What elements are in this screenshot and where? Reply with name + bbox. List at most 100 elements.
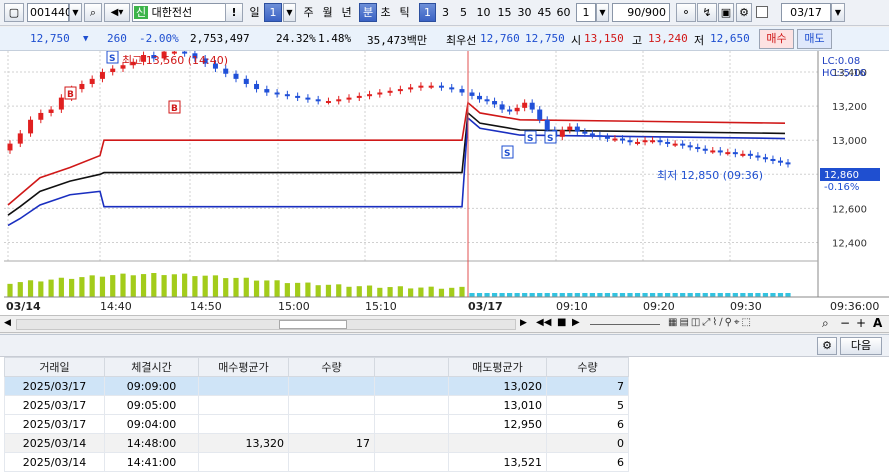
- buy-button[interactable]: 매수: [759, 29, 794, 49]
- volume-bar: [634, 293, 641, 297]
- date-checkbox[interactable]: [756, 6, 768, 18]
- trade-marker-label: S: [504, 149, 510, 159]
- volume-bar: [99, 276, 106, 297]
- candle-body: [514, 107, 520, 112]
- trade-marker-label: S: [109, 54, 115, 64]
- search-icon[interactable]: ⌕: [84, 3, 102, 22]
- minute-option-3[interactable]: 3: [438, 3, 453, 22]
- sell-button[interactable]: 매도: [797, 29, 832, 49]
- date-input[interactable]: 03/17: [781, 3, 831, 22]
- chart-canvas[interactable]: 13,40013,20013,00012,80012,60012,400 03/…: [0, 51, 889, 315]
- tab-month[interactable]: 월: [320, 3, 335, 22]
- candle-body: [732, 152, 738, 155]
- table-row[interactable]: 2025/03/14 14:41:00 13,521 6: [4, 452, 629, 472]
- scroll-thumb[interactable]: [279, 320, 347, 329]
- tab-day[interactable]: 일: [247, 3, 262, 22]
- candle-settings-icon[interactable]: ⚬: [676, 3, 696, 22]
- font-size-button[interactable]: A: [873, 316, 882, 330]
- price-chart[interactable]: 13,40013,20013,00012,80012,60012,400 03/…: [0, 51, 889, 315]
- moving-average-line: [7, 111, 786, 216]
- candle-body: [785, 162, 791, 165]
- volume-bar: [582, 293, 588, 297]
- table-row[interactable]: 2025/03/14 14:48:00 13,320 17 0: [4, 433, 629, 453]
- zoom-icon[interactable]: ⌕: [822, 316, 829, 331]
- next-button[interactable]: 다음: [840, 337, 882, 355]
- candle-body: [612, 138, 618, 141]
- stock-code-input[interactable]: 001440: [27, 3, 72, 22]
- interval-dropdown-icon[interactable]: ▼: [596, 3, 609, 22]
- candle-body: [484, 99, 490, 102]
- table-row[interactable]: 2025/03/17 09:05:00 13,010 5: [4, 395, 629, 415]
- code-dropdown-icon[interactable]: ▼: [69, 3, 82, 22]
- trade-history-table: 거래일 체결시간 매수평균가 수량 매도평균가 수량 2025/03/17 09:…: [4, 357, 629, 472]
- minute-option-30[interactable]: 30: [515, 3, 534, 22]
- candle-body: [89, 78, 95, 84]
- scroll-right-icon[interactable]: ▶: [520, 318, 527, 328]
- horizontal-scrollbar[interactable]: [16, 319, 516, 330]
- volume-bar: [762, 293, 769, 297]
- scroll-left-icon[interactable]: ◀: [4, 318, 11, 328]
- volume-bar: [253, 280, 260, 297]
- table-row[interactable]: 2025/03/17 09:09:00 13,020 7: [4, 376, 629, 396]
- count-input[interactable]: 90/900: [612, 3, 670, 22]
- table-row[interactable]: 2025/03/17 09:04:00 12,950 6: [4, 414, 629, 434]
- play-icon[interactable]: ▶: [572, 317, 580, 328]
- speed-slider[interactable]: [590, 324, 660, 325]
- minute-option-60[interactable]: 60: [554, 3, 573, 22]
- x-tick-label: 15:10: [365, 300, 397, 313]
- minute-option-5[interactable]: 5: [456, 3, 471, 22]
- high-label: 고: [632, 34, 643, 47]
- drawing-tools-icons[interactable]: ▦▤◫⤢⌇∕⚲⌖⬚: [668, 317, 753, 328]
- interval-input[interactable]: 1: [576, 3, 596, 22]
- cell-time: 09:09:00: [104, 376, 199, 396]
- volume-bar: [642, 293, 648, 297]
- candle-body: [665, 141, 671, 144]
- candle-body: [672, 143, 678, 146]
- tab-tick[interactable]: 틱: [397, 3, 412, 22]
- indicator-icon[interactable]: ↯: [697, 3, 717, 22]
- candle-body: [537, 109, 543, 120]
- minute-option-15[interactable]: 15: [495, 3, 514, 22]
- minute-option-1[interactable]: 1: [419, 3, 436, 22]
- sound-icon[interactable]: ◀▾: [104, 3, 130, 22]
- stock-name-field[interactable]: 신 대한전선: [132, 3, 228, 22]
- tab-minute[interactable]: 분: [359, 3, 377, 22]
- candle-body: [589, 133, 595, 136]
- period-dropdown-icon[interactable]: ▼: [283, 3, 296, 22]
- lc-label: LC:0.08: [822, 56, 860, 67]
- candle-body: [604, 136, 610, 139]
- save-icon[interactable]: ▣: [718, 3, 734, 22]
- tab-second[interactable]: 초: [378, 3, 393, 22]
- alert-button[interactable]: !: [225, 3, 243, 22]
- cell-buy-avg: [198, 414, 289, 434]
- cell-sell-qty: 0: [546, 433, 629, 453]
- minute-option-10[interactable]: 10: [474, 3, 493, 22]
- candle-body: [408, 87, 414, 90]
- x-tick-label: 15:00: [278, 300, 310, 313]
- y-axis-labels: 13,40013,20013,00012,80012,60012,400: [832, 68, 867, 249]
- cell-time: 09:04:00: [104, 414, 199, 434]
- tab-year[interactable]: 년: [339, 3, 354, 22]
- volume-bar: [233, 277, 239, 297]
- cell-date: 2025/03/17: [4, 395, 105, 415]
- zoom-out-button[interactable]: −: [840, 316, 850, 330]
- cell-buy-avg: [198, 452, 289, 472]
- volume-bar: [356, 286, 362, 297]
- quote-bar: 12,750 ▼ 260 -2.00% 2,753,497 24.32% 1.4…: [0, 27, 889, 51]
- window-menu-icon[interactable]: ▢: [4, 3, 24, 22]
- minute-option-45[interactable]: 45: [535, 3, 554, 22]
- gear-icon[interactable]: ⚙: [817, 337, 837, 355]
- x-tick-label: 09:10: [556, 300, 588, 313]
- rewind-icon[interactable]: ◀◀: [536, 317, 551, 328]
- date-dropdown-icon[interactable]: ▼: [831, 3, 845, 22]
- volume-bar: [264, 280, 270, 297]
- day-period-value[interactable]: 1: [264, 3, 282, 22]
- volume-bar: [740, 293, 746, 297]
- zoom-in-button[interactable]: +: [856, 316, 866, 330]
- tab-week[interactable]: 주: [301, 3, 316, 22]
- candle-body: [418, 85, 424, 88]
- stop-icon[interactable]: ■: [557, 317, 566, 328]
- cell-buy-qty: 17: [288, 433, 375, 453]
- cell-sell-avg: [448, 433, 547, 453]
- gear-icon[interactable]: ⚙: [736, 3, 752, 22]
